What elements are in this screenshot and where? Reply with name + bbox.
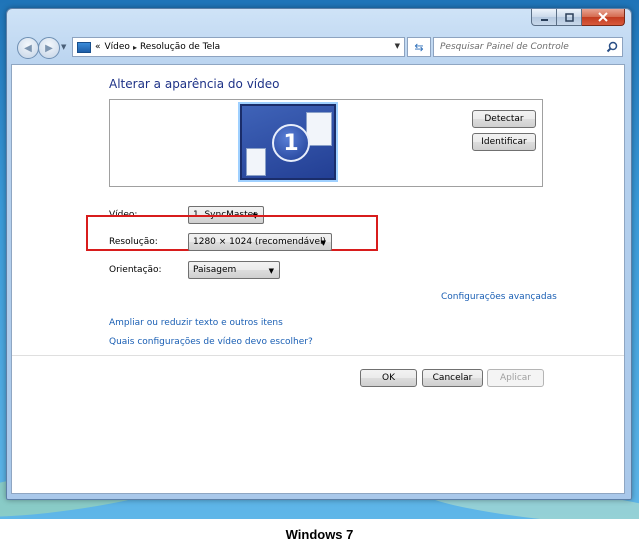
control-panel-window: ◀ ▶ ▼ « Vídeo ▸ Resolução de Tela ▼ ⇆ Pe…	[6, 8, 632, 500]
search-icon[interactable]	[606, 41, 618, 53]
maximize-button[interactable]	[557, 9, 582, 26]
divider	[12, 355, 624, 356]
monitor-number-badge: 1	[272, 124, 310, 162]
maximize-icon	[564, 12, 574, 22]
breadcrumb-separator-icon[interactable]: ▸	[133, 43, 137, 52]
address-bar[interactable]: « Vídeo ▸ Resolução de Tela ▼	[72, 37, 405, 57]
content-pane: Alterar a aparência do vídeo 1 Detectar …	[11, 64, 625, 494]
back-arrow-icon: ◀	[24, 42, 32, 54]
ok-button[interactable]: OK	[360, 369, 417, 387]
image-caption: Windows 7	[285, 527, 354, 542]
close-icon	[598, 12, 608, 22]
detect-button[interactable]: Detectar	[472, 110, 536, 128]
identify-button[interactable]: Identificar	[472, 133, 536, 151]
orientation-select[interactable]: Paisagem ▼	[188, 261, 280, 279]
search-placeholder: Pesquisar Painel de Controle	[440, 42, 569, 52]
breadcrumb-video[interactable]: Vídeo	[105, 42, 130, 52]
window-thumbnail-icon	[246, 148, 266, 176]
display-help-link[interactable]: Quais configurações de vídeo devo escolh…	[109, 337, 313, 347]
text-size-link[interactable]: Ampliar ou reduzir texto e outros itens	[109, 318, 283, 328]
forward-button[interactable]: ▶	[38, 37, 60, 59]
cancel-button[interactable]: Cancelar	[422, 369, 483, 387]
navigation-bar: ◀ ▶ ▼ « Vídeo ▸ Resolução de Tela ▼ ⇆ Pe…	[7, 35, 631, 59]
refresh-icon: ⇆	[414, 40, 424, 54]
minimize-button[interactable]	[531, 9, 557, 26]
apply-button[interactable]: Aplicar	[487, 369, 544, 387]
chevron-down-icon: ▼	[268, 267, 274, 275]
search-box[interactable]: Pesquisar Painel de Controle	[433, 37, 623, 57]
control-panel-icon	[77, 41, 91, 53]
recent-pages-dropdown-icon[interactable]: ▼	[61, 43, 66, 51]
forward-arrow-icon: ▶	[45, 42, 53, 54]
desktop-screenshot: ◀ ▶ ▼ « Vídeo ▸ Resolução de Tela ▼ ⇆ Pe…	[0, 0, 639, 519]
minimize-icon	[540, 18, 548, 21]
orientation-label: Orientação:	[109, 265, 162, 275]
resolution-select-value: 1280 × 1024 (recomendável)	[193, 237, 327, 247]
breadcrumb-overflow-icon[interactable]: «	[95, 42, 101, 52]
page-title: Alterar a aparência do vídeo	[109, 77, 280, 91]
resolution-label: Resolução:	[109, 237, 158, 247]
chevron-down-icon: ▼	[320, 239, 326, 247]
monitor-1-tile[interactable]: 1	[238, 102, 338, 182]
resolution-select[interactable]: 1280 × 1024 (recomendável) ▼	[188, 233, 332, 251]
advanced-settings-link[interactable]: Configurações avançadas	[441, 292, 557, 302]
close-button[interactable]	[582, 9, 625, 26]
monitor-layout-panel: 1 Detectar Identificar	[109, 99, 543, 187]
refresh-button[interactable]: ⇆	[407, 37, 431, 57]
breadcrumb-screen-resolution[interactable]: Resolução de Tela	[140, 42, 220, 52]
back-button[interactable]: ◀	[17, 37, 39, 59]
address-dropdown-icon[interactable]: ▼	[395, 42, 400, 50]
window-caption-buttons	[531, 9, 625, 26]
orientation-select-value: Paisagem	[193, 265, 237, 275]
